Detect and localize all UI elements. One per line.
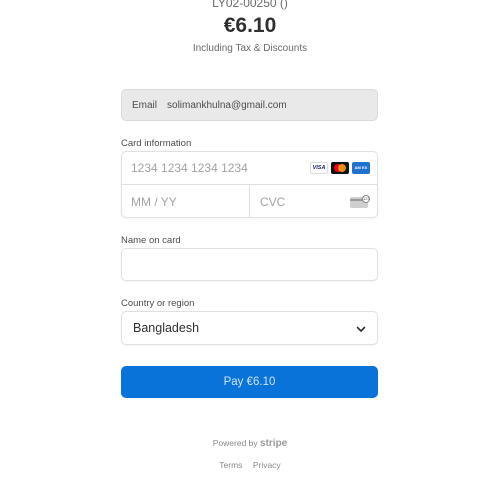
cvc-card-icon: 123 xyxy=(350,195,370,208)
mastercard-icon xyxy=(331,162,349,174)
powered-by: Powered by stripe xyxy=(0,438,500,449)
name-on-card-label: Name on card xyxy=(121,235,181,246)
email-value: solimankhulna@gmail.com xyxy=(167,99,287,111)
email-label: Email xyxy=(132,99,158,111)
chevron-down-icon xyxy=(356,326,366,332)
country-selected-value: Bangladesh xyxy=(133,321,200,335)
order-id: LY02-00250 () xyxy=(212,0,288,10)
card-number-input[interactable]: 1234 1234 1234 1234 VISA AM EX xyxy=(122,152,377,185)
cvc-placeholder: CVC xyxy=(260,194,286,209)
amex-icon: AM EX xyxy=(352,162,370,174)
card-number-placeholder: 1234 1234 1234 1234 xyxy=(131,161,248,175)
expiry-placeholder: MM / YY xyxy=(131,194,177,209)
amount: €6.10 xyxy=(223,14,277,37)
pay-button[interactable]: Pay €6.10 xyxy=(121,366,378,398)
terms-link[interactable]: Terms xyxy=(219,460,242,470)
country-select[interactable]: Bangladesh xyxy=(121,311,378,345)
amount-note: Including Tax & Discounts xyxy=(192,43,308,54)
expiry-input[interactable]: MM / YY xyxy=(122,186,250,217)
card-brands: VISA AM EX xyxy=(310,162,370,174)
card-info-label: Card information xyxy=(121,138,192,149)
email-field: Email solimankhulna@gmail.com xyxy=(121,89,378,121)
powered-by-text: Powered by xyxy=(212,438,258,448)
name-on-card-input[interactable] xyxy=(121,248,378,281)
stripe-logo[interactable]: stripe xyxy=(260,438,287,449)
cvc-input[interactable]: CVC 123 xyxy=(251,186,377,217)
country-label: Country or region xyxy=(121,298,195,309)
card-info-box: 1234 1234 1234 1234 VISA AM EX MM / YY C… xyxy=(121,151,378,218)
privacy-link[interactable]: Privacy xyxy=(253,460,281,470)
footer-links: Terms Privacy xyxy=(0,460,500,470)
visa-icon: VISA xyxy=(310,162,328,174)
